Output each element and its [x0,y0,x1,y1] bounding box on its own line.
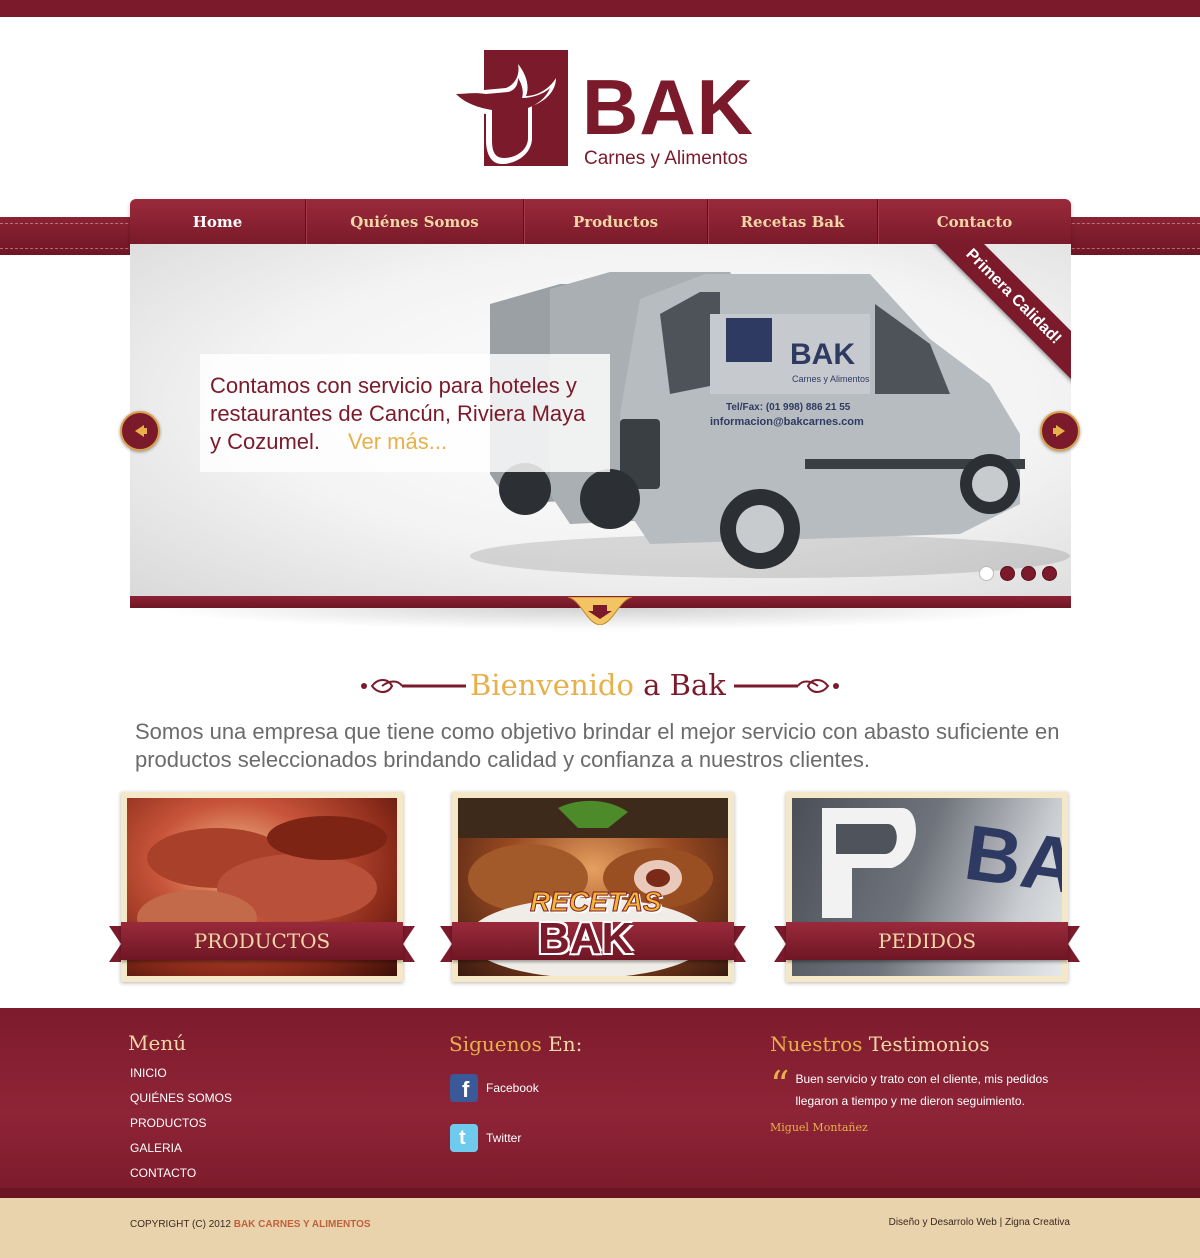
slider-dot-4[interactable] [1042,566,1057,581]
ornament-right-icon [734,679,839,693]
top-bar [0,0,1200,17]
footer-menu-title: Menú [128,1031,187,1055]
footer-link-inicio[interactable]: INICIO [130,1066,167,1080]
hero-slider: BAK Carnes y Alimentos Tel/Fax: (01 998)… [130,244,1071,597]
copyright-brand: BAK CARNES Y ALIMENTOS [233,1219,371,1230]
feature-recetas[interactable]: RECETAS BAK [440,792,746,982]
slider-dot-3[interactable] [1021,566,1036,581]
facebook-link[interactable]: f Facebook [450,1074,539,1102]
ver-mas-link[interactable]: Ver más... [348,429,447,454]
nav-item-home[interactable]: Home [130,199,306,244]
arrow-right-icon [1053,425,1065,437]
facebook-label: Facebook [486,1081,539,1095]
productos-label: PRODUCTOS [193,929,331,953]
welcome-title-highlight: Bienvenido [470,668,634,702]
logo-tagline: Carnes y Alimentos [584,148,748,169]
feature-productos[interactable]: PRODUCTOS [109,792,415,982]
testimonials-title-highlight: Nuestros [770,1032,863,1056]
footer-link-quienes-somos[interactable]: QUIÉNES SOMOS [130,1091,232,1105]
twitter-link[interactable]: t Twitter [450,1124,521,1152]
logo-wordmark: BAK [582,63,754,151]
twitter-icon: t [450,1124,478,1152]
welcome-title-rest: a Bak [633,668,726,702]
footer-link-galeria[interactable]: GALERIA [130,1141,182,1155]
slider-dot-2[interactable] [1000,566,1015,581]
van-logo-text: BAK [790,338,855,371]
testimonials-title-rest: Testimonios [862,1032,990,1056]
bull-logo-icon [450,50,568,166]
credits-link[interactable]: Diseño y Desarrolo Web | Zigna Creativa [889,1217,1070,1228]
footer-divider [0,1188,1200,1198]
nav-item-contacto[interactable]: Contacto [878,199,1071,244]
scroll-down-icon[interactable] [568,597,632,625]
van-email-text: informacion@bakcarnes.com [710,416,864,428]
pedidos-banner: PEDIDOS [774,922,1080,962]
svg-text:BAK: BAK [960,808,1062,919]
copyright-text: COPYRIGHT (C) 2012 BAK CARNES Y ALIMENTO… [130,1219,371,1230]
arrow-left-icon [135,425,147,437]
van-logo-subtext: Carnes y Alimentos [792,374,870,384]
slider-next-button[interactable] [1040,411,1080,451]
slider-caption: Contamos con servicio para hoteles y res… [200,354,610,472]
feature-pedidos[interactable]: BAK PEDIDOS [774,792,1080,982]
recetas-logo-bottom: BAK [538,914,634,963]
welcome-title: Bienvenido a Bak [470,668,726,702]
main-nav: Home Quiénes Somos Productos Recetas Bak… [130,199,1071,244]
van-phone-text: Tel/Fax: (01 998) 886 21 55 [726,402,851,413]
pedidos-label: PEDIDOS [877,929,977,953]
welcome-text: Somos una empresa que tiene como objetiv… [135,719,1060,772]
ornament-left-icon [361,679,466,693]
nav-item-productos[interactable]: Productos [524,199,708,244]
quote-icon: “ [770,1063,790,1107]
welcome-heading: Bienvenido a Bak [358,664,842,708]
footer-link-productos[interactable]: PRODUCTOS [130,1116,206,1130]
productos-banner: PRODUCTOS [109,922,415,962]
footer-testimonials-title: Nuestros Testimonios [770,1032,990,1056]
copyright-prefix: COPYRIGHT (C) 2012 [130,1219,234,1230]
testimonial-author: Miguel Montañez [770,1121,868,1134]
twitter-label: Twitter [486,1131,522,1145]
nav-item-quienes-somos[interactable]: Quiénes Somos [306,199,524,244]
testimonial-text: Buen servicio y trato con el cliente, mi… [795,1072,1049,1108]
social-title-rest: En: [541,1032,583,1056]
site-logo[interactable]: BAK Carnes y Alimentos [446,48,776,176]
footer-link-contacto[interactable]: CONTACTO [130,1166,196,1180]
slider-prev-button[interactable] [120,411,160,451]
recetas-bak-logo: RECETAS BAK [510,880,680,972]
slider-pagination [979,566,1057,581]
facebook-icon: f [450,1074,478,1102]
testimonial-block: “ Buen servicio y trato con el cliente, … [770,1063,1070,1112]
slider-dot-1[interactable] [979,566,994,581]
footer-social-title: Siguenos En: [449,1032,582,1056]
nav-item-recetas-bak[interactable]: Recetas Bak [708,199,878,244]
social-title-highlight: Siguenos [449,1032,542,1056]
